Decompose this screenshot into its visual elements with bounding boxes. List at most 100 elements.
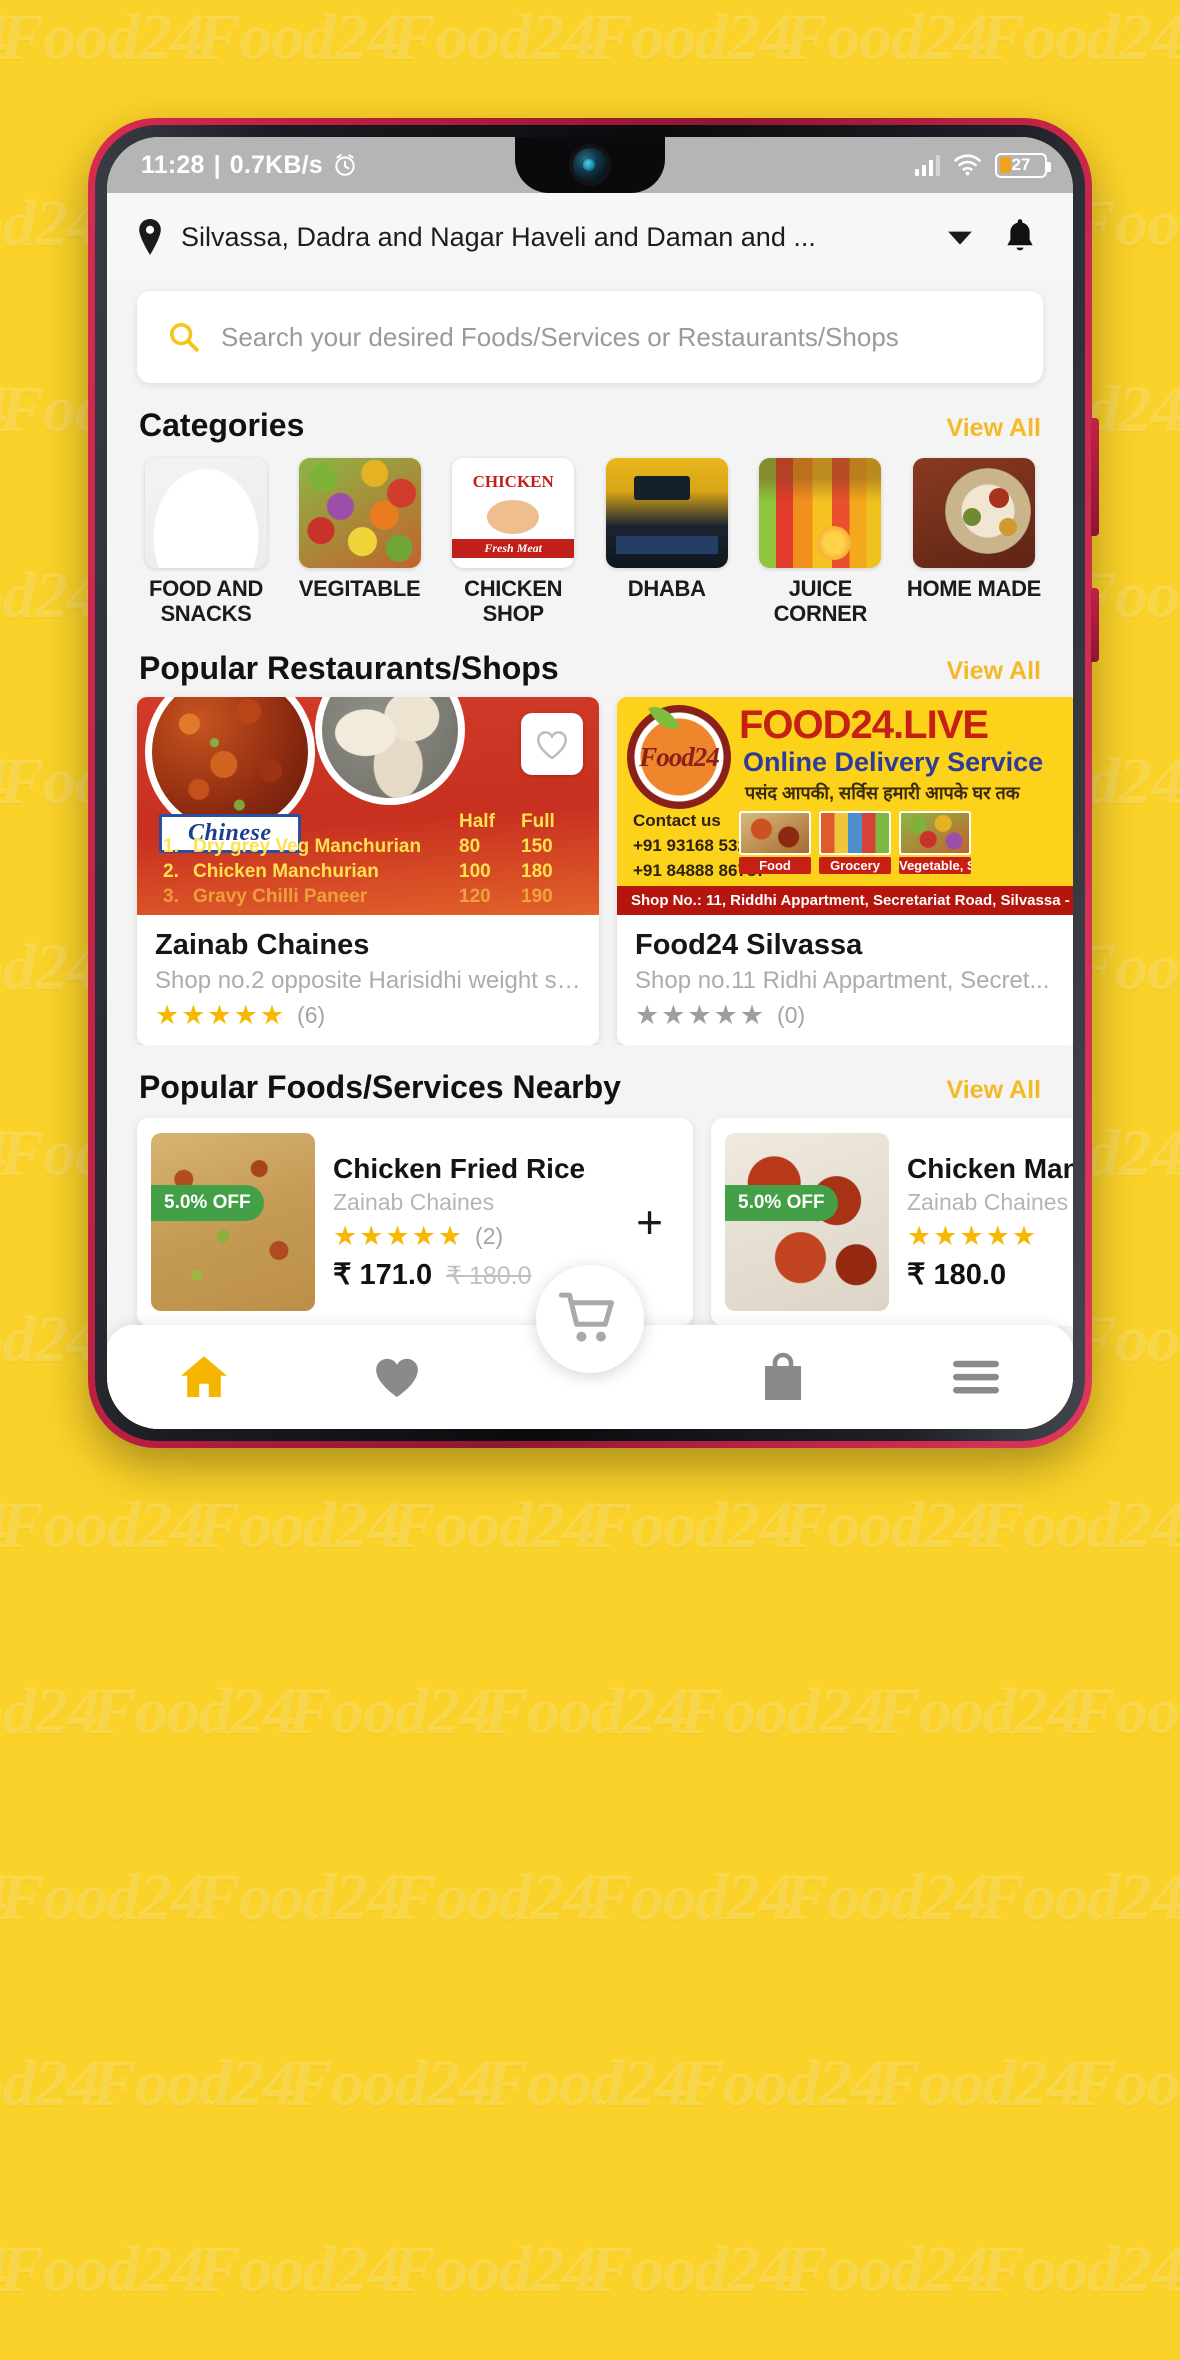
- add-to-cart-button[interactable]: +: [620, 1199, 679, 1245]
- wallpaper-watermark: Food24: [196, 1861, 400, 1934]
- category-item-chicken-shop[interactable]: CHICKEN Fresh Meat CHICKEN SHOP: [444, 458, 582, 626]
- wallpaper-watermark: Food24: [0, 1, 204, 74]
- popular-shops-view-all[interactable]: View All: [947, 657, 1041, 686]
- wallpaper-watermark: Food24: [92, 2047, 296, 2120]
- category-item-juice-corner[interactable]: JUICE CORNER: [751, 458, 889, 626]
- wallpaper-watermark: Food24: [980, 1, 1180, 74]
- category-item-vegitable[interactable]: VEGITABLE: [291, 458, 429, 626]
- battery-percent-label: 27: [1011, 155, 1031, 174]
- wallpaper-watermark: Food24: [196, 2233, 400, 2306]
- wallpaper-watermark: Food24: [484, 2047, 688, 2120]
- category-label: FOOD AND SNACKS: [148, 576, 264, 626]
- wallpaper-watermark: Food24: [784, 2233, 988, 2306]
- banner-address: Shop No.: 11, Riddhi Appartment, Secreta…: [617, 886, 1073, 916]
- food-rating: ★★★★★: [907, 1222, 1073, 1250]
- category-item-food-and-snacks[interactable]: FOOD AND SNACKS: [137, 458, 275, 626]
- food-meta: Chicken Fried Rice Zainab Chaines ★★★★★ …: [333, 1153, 602, 1292]
- food-price: ₹ 171.0: [333, 1258, 433, 1291]
- rating-count: (6): [297, 1002, 326, 1029]
- location-header[interactable]: Silvassa, Dadra and Nagar Haveli and Dam…: [107, 193, 1073, 281]
- category-item-home-made[interactable]: HOME MADE: [905, 458, 1043, 626]
- wallpaper-watermark: Food24: [196, 1, 400, 74]
- popular-shops-header: Popular Restaurants/Shops View All: [107, 650, 1073, 687]
- food-name: Chicken Manchurian: [907, 1152, 1073, 1184]
- banner-hindi-tagline: पसंद आपकी, सर्विस हमारी आपके घर तक: [745, 783, 1020, 804]
- cart-floating-button[interactable]: [536, 1265, 644, 1373]
- home-thali-photo: [912, 458, 1035, 568]
- discount-badge: 5.0% OFF: [725, 1185, 838, 1222]
- category-item-dhaba[interactable]: DHABA: [598, 458, 736, 626]
- grocery-photo: [819, 811, 891, 856]
- banner-chip-vegetable: Vegetable, Services: [899, 811, 971, 875]
- wifi-icon: [954, 154, 981, 176]
- location-text: Silvassa, Dadra and Nagar Haveli and Dam…: [181, 221, 816, 252]
- wallpaper-watermark: Food24: [1176, 1116, 1180, 1192]
- shopping-cart-icon: [559, 1292, 614, 1342]
- banner-subtitle: Online Delivery Service: [743, 747, 1044, 778]
- star-rating-icon: ★★★★★: [155, 1000, 287, 1031]
- shop-name: Zainab Chaines: [155, 929, 370, 962]
- category-label: CHICKEN SHOP: [464, 576, 563, 626]
- wallpaper-watermark: Food24: [588, 2233, 792, 2306]
- favorite-button[interactable]: [521, 713, 583, 776]
- banner-title: FOOD24.LIVE: [739, 703, 989, 748]
- banner-chip-grocery: Grocery: [819, 811, 891, 875]
- food-shop-name: Zainab Chaines: [907, 1188, 1069, 1215]
- nav-item-menu[interactable]: [880, 1358, 1073, 1396]
- shopping-bag-icon: [765, 1352, 802, 1400]
- rating-count: (2): [475, 1222, 504, 1249]
- nav-item-favorites[interactable]: [300, 1354, 493, 1400]
- wallpaper-watermark: Food24: [392, 1, 596, 74]
- front-camera-icon: [573, 148, 607, 182]
- menu-col-half: Half: [459, 810, 495, 832]
- wallpaper-watermark: Food24: [784, 1861, 988, 1934]
- status-separator: |: [213, 150, 221, 179]
- category-label: VEGITABLE: [298, 576, 421, 601]
- bell-icon[interactable]: [1003, 218, 1037, 256]
- wallpaper-watermark: Food24: [588, 1489, 792, 1562]
- search-bar[interactable]: [137, 291, 1043, 383]
- shop-rating: ★★★★★ (0): [635, 1002, 1061, 1029]
- shop-banner: Food24 FOOD24.LIVE Online Delivery Servi…: [617, 697, 1073, 916]
- food-name: Chicken Fried Rice: [333, 1152, 586, 1184]
- shop-card[interactable]: Food24 FOOD24.LIVE Online Delivery Servi…: [617, 697, 1073, 1046]
- wallpaper-watermark: Food24: [392, 2233, 596, 2306]
- wallpaper-watermark: Food24: [1072, 2047, 1180, 2120]
- wallpaper-watermark: Food24: [784, 1489, 988, 1562]
- wallpaper-watermark: Food24: [588, 1861, 792, 1934]
- wallpaper-watermark: Food24: [1176, 0, 1180, 76]
- shop-rating: ★★★★★ (6): [155, 1002, 581, 1029]
- popular-foods-view-all[interactable]: View All: [947, 1076, 1041, 1105]
- alarm-icon: [335, 154, 355, 176]
- phone-bezel: 11:28 | 0.7KB/s 27 Silvassa, Dadra and N…: [95, 125, 1085, 1441]
- nav-item-orders[interactable]: [687, 1352, 880, 1402]
- phone-device: 11:28 | 0.7KB/s 27 Silvassa, Dadra and N…: [88, 118, 1099, 1448]
- wallpaper-watermark: Food24: [680, 1675, 884, 1748]
- status-bar-right: 27: [914, 152, 1051, 178]
- wallpaper-watermark: Food24: [1176, 1860, 1180, 1936]
- food-price: ₹ 180.0: [907, 1258, 1007, 1291]
- food-price-row: ₹ 180.0: [907, 1257, 1073, 1292]
- wallpaper-watermark: Food24: [1176, 2232, 1180, 2308]
- wallpaper-watermark: Food24: [0, 187, 100, 260]
- chicken-fresh-meat-logo: CHICKEN Fresh Meat: [452, 458, 575, 568]
- wallpaper-watermark: Food24: [876, 1675, 1080, 1748]
- categories-view-all[interactable]: View All: [947, 414, 1041, 443]
- star-rating-icon: ★★★★★: [333, 1220, 465, 1251]
- shop-card[interactable]: Chinese Half Full 1. Dry: [137, 697, 599, 1046]
- food24-ad-banner: Food24 FOOD24.LIVE Online Delivery Servi…: [617, 697, 1073, 916]
- wallpaper-watermark: Food24: [392, 1861, 596, 1934]
- dhokla-snacks-photo: [145, 458, 267, 568]
- chevron-down-icon[interactable]: [947, 229, 973, 246]
- banner-category-chips: Food Grocery Vegetable, Services: [739, 811, 971, 875]
- search-input[interactable]: [221, 321, 1013, 353]
- food-card[interactable]: 5.0% OFF Chicken Manchurian Zainab Chain…: [711, 1118, 1073, 1327]
- heart-outline-icon: [536, 730, 568, 760]
- wallpaper-watermark: Food24: [0, 559, 100, 632]
- power-button[interactable]: [1091, 588, 1099, 662]
- popular-shops-row: Chinese Half Full 1. Dry grey Veg Manchu…: [107, 687, 1073, 1046]
- volume-button[interactable]: [1091, 418, 1099, 536]
- banner-chip-food: Food: [739, 811, 811, 875]
- nav-item-home[interactable]: [107, 1353, 300, 1401]
- wallpaper-watermark: Food24: [0, 2233, 204, 2306]
